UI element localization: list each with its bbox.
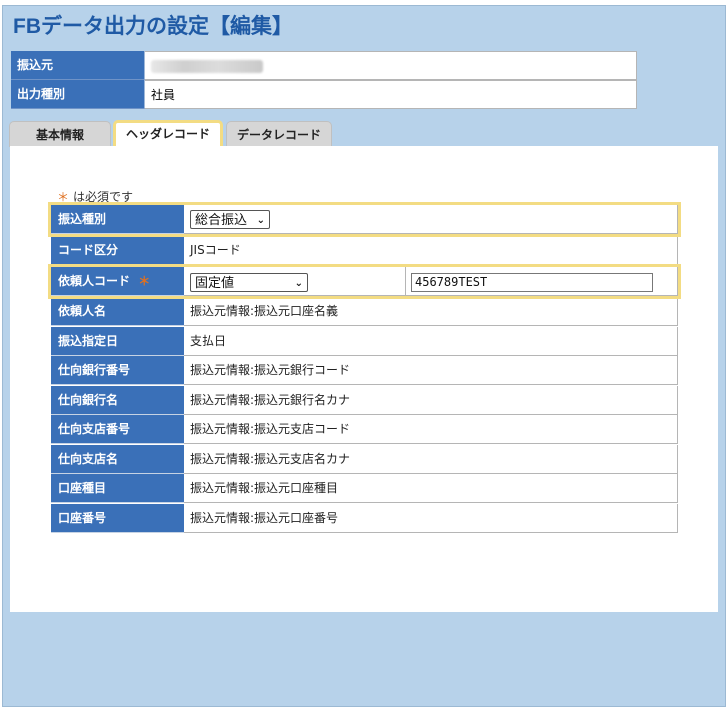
output-type-label: 出力種別 <box>11 80 145 109</box>
transfer-type-select[interactable]: 総合振込 ⌄ <box>190 210 270 229</box>
row-label: 口座種目 <box>51 474 184 503</box>
transfer-type-select-value: 総合振込 <box>195 213 248 228</box>
source-value <box>145 51 637 80</box>
table-row: 仕向支店番号 振込元情報:振込元支店コード <box>51 415 678 444</box>
row-label: 依頼人名 <box>51 297 184 326</box>
requester-code-cells: 固定値 ⌄ 456789TEST <box>184 267 678 296</box>
row-label: 振込指定日 <box>51 327 184 356</box>
tab-basic-info[interactable]: 基本情報 <box>9 121 111 147</box>
table-row: 口座種目 振込元情報:振込元口座種目 <box>51 474 678 503</box>
row-label: 口座番号 <box>51 504 184 533</box>
output-type-value: 社員 <box>145 80 637 109</box>
info-row-output-type: 出力種別 社員 <box>11 80 637 109</box>
requester-code-label: 依頼人コード ＊ <box>51 267 184 296</box>
required-note: ＊は必須です <box>57 188 133 205</box>
redacted-name <box>151 60 263 73</box>
row-code-class: コード区分 JISコード <box>51 236 678 265</box>
table-row: 口座番号 振込元情報:振込元口座番号 <box>51 504 678 533</box>
requester-code-select-value: 固定値 <box>195 276 235 291</box>
code-class-value: JISコード <box>184 236 678 265</box>
row-label: 仕向銀行名 <box>51 386 184 415</box>
requester-code-select-cell: 固定値 ⌄ <box>184 267 406 296</box>
transfer-type-label: 振込種別 <box>51 205 184 234</box>
requester-code-input-cell: 456789TEST <box>406 267 678 296</box>
required-mark: ＊ <box>57 190 70 204</box>
row-value: 振込元情報:振込元銀行コード <box>184 356 678 385</box>
row-transfer-type: 振込種別 総合振込 ⌄ <box>48 202 681 237</box>
tab-header-record[interactable]: ヘッダレコード <box>113 120 223 147</box>
requester-code-label-text: 依頼人コード <box>58 274 131 288</box>
row-label: 仕向銀行番号 <box>51 356 184 385</box>
row-value: 振込元情報:振込元支店コード <box>184 415 678 444</box>
info-row-source: 振込元 <box>11 51 637 80</box>
tab-data-record[interactable]: データレコード <box>226 121 332 147</box>
row-value: 振込元情報:振込元口座種目 <box>184 474 678 503</box>
required-mark: ＊ <box>138 274 151 288</box>
source-label: 振込元 <box>11 51 145 80</box>
requester-code-input[interactable]: 456789TEST <box>411 273 653 292</box>
code-class-label: コード区分 <box>51 236 184 265</box>
table-row: 仕向銀行名 振込元情報:振込元銀行名カナ <box>51 386 678 415</box>
row-value: 振込元情報:振込元支店名カナ <box>184 445 678 474</box>
requester-code-select[interactable]: 固定値 ⌄ <box>190 273 308 292</box>
chevron-down-icon: ⌄ <box>294 278 303 289</box>
table-row: 仕向銀行番号 振込元情報:振込元銀行コード <box>51 356 678 385</box>
table-row: 仕向支店名 振込元情報:振込元支店名カナ <box>51 445 678 474</box>
row-label: 仕向支店名 <box>51 445 184 474</box>
row-value: 振込元情報:振込元銀行名カナ <box>184 386 678 415</box>
required-note-text: は必須です <box>73 190 134 204</box>
row-value: 振込元情報:振込元口座番号 <box>184 504 678 533</box>
row-label: 仕向支店番号 <box>51 415 184 444</box>
table-row: 振込指定日 支払日 <box>51 327 678 356</box>
table-row: 依頼人名 振込元情報:振込元口座名義 <box>51 297 678 326</box>
row-requester-code: 依頼人コード ＊ 固定値 ⌄ 456789TEST <box>48 264 681 299</box>
transfer-type-cell: 総合振込 ⌄ <box>184 205 678 234</box>
row-value: 支払日 <box>184 327 678 356</box>
row-value: 振込元情報:振込元口座名義 <box>184 297 678 326</box>
page-title: FBデータ出力の設定【編集】 <box>13 15 293 38</box>
chevron-down-icon: ⌄ <box>256 215 265 226</box>
